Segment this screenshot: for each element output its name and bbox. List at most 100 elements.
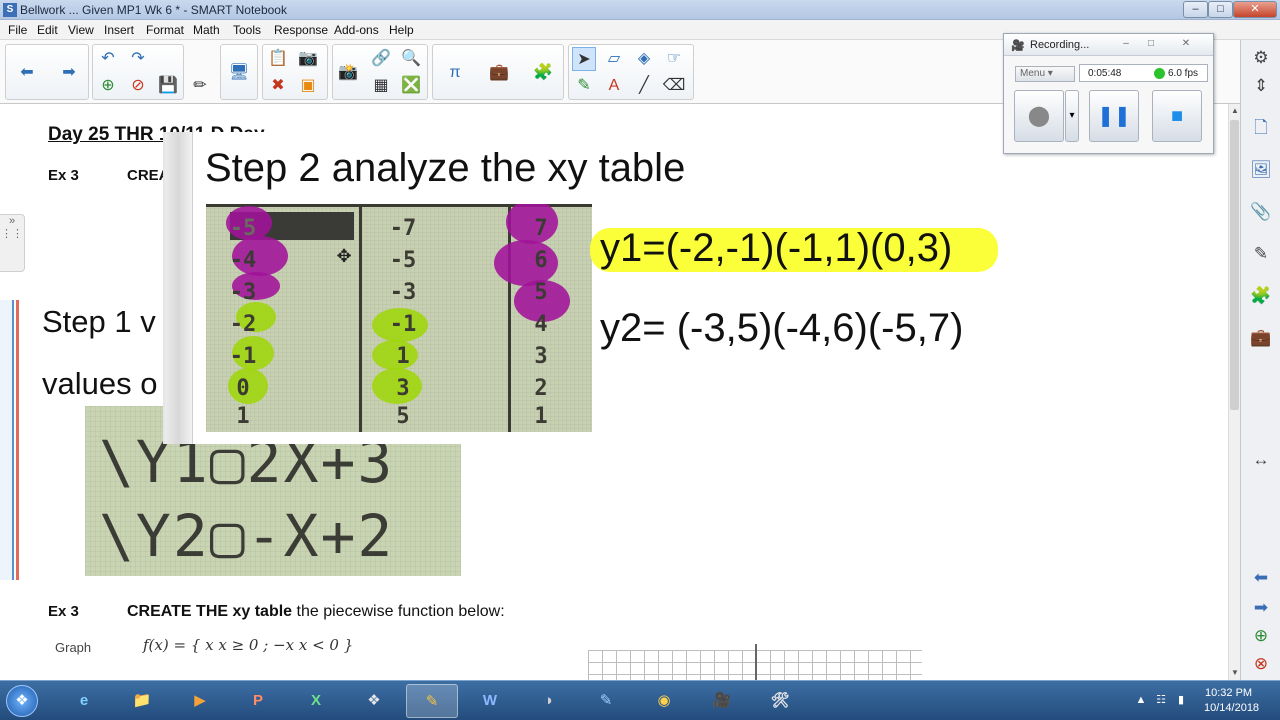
minimize-button[interactable]: – — [1183, 1, 1208, 18]
tools-icon[interactable]: 🛠 — [754, 684, 806, 718]
menu-tools[interactable]: Tools — [233, 23, 261, 37]
gallery-icon[interactable]: 💼 — [487, 61, 511, 85]
recorder-title-bar[interactable]: 🎥 Recording... – □ ✕ — [1004, 34, 1213, 56]
maximize-button[interactable]: □ — [1208, 1, 1233, 18]
delete-icon[interactable]: ✖ — [266, 74, 290, 98]
title-bar: S Bellwork ... Given MP1 Wk 6 * - SMART … — [0, 0, 1280, 20]
text-icon[interactable]: A — [602, 74, 626, 98]
menu-insert[interactable]: Insert — [104, 23, 134, 37]
undo-icon[interactable]: ↶ — [96, 47, 120, 71]
navigation-group: ⬅ ➡ — [5, 44, 89, 100]
powerpoint-icon[interactable]: P — [232, 684, 284, 718]
delete-page-icon[interactable]: ⊘ — [126, 74, 150, 98]
next-page-icon[interactable]: ➡ — [1247, 594, 1275, 622]
record-options-button[interactable]: ▾ — [1065, 90, 1079, 142]
doc-camera-icon[interactable]: 📸 — [336, 61, 360, 85]
magnifier-icon[interactable]: 🔍 — [399, 47, 423, 71]
notes-icon[interactable]: ✎ — [580, 684, 632, 718]
close-box-icon[interactable]: ❎ — [399, 74, 423, 98]
vertical-scrollbar[interactable]: ▲ ▼ — [1228, 104, 1240, 680]
line-icon[interactable]: ╱ — [632, 74, 656, 98]
ex3-bottom-instruction: CREATE THE xy table the piecewise functi… — [127, 603, 505, 621]
pointer-icon[interactable]: ☞ — [662, 47, 686, 71]
menu-edit[interactable]: Edit — [37, 23, 58, 37]
gear-icon[interactable]: ⚙ — [1247, 44, 1275, 72]
menu-format[interactable]: Format — [146, 23, 184, 37]
fill-icon[interactable]: ▱ — [602, 47, 626, 71]
eclipse-icon[interactable]: ◑ — [522, 684, 574, 718]
clock-date[interactable]: 10/14/2018 — [1204, 702, 1259, 714]
object-icon[interactable]: ▣ — [296, 74, 320, 98]
recorder-icon[interactable]: 🎥 — [696, 684, 748, 718]
recorder-maximize-button[interactable]: □ — [1141, 37, 1161, 51]
notebook-canvas[interactable]: Day 25 THR 10/11 D Day Ex 3 CREA » ⋮⋮ Ste… — [0, 104, 1228, 680]
recorder-close-button[interactable]: ✕ — [1176, 37, 1196, 51]
paste-icon[interactable]: 📋 — [266, 47, 290, 71]
move-toolbar-icon[interactable]: ⇕ — [1247, 72, 1275, 100]
explorer-icon[interactable]: 📁 — [116, 684, 168, 718]
page-sorter-tab[interactable]: » ⋮⋮ — [0, 214, 25, 272]
screen-shade-icon[interactable]: 🖥 — [227, 61, 251, 85]
page-sorter-icon[interactable]: 🗋 — [1247, 114, 1275, 142]
add-page-side-icon[interactable]: ⊕ — [1247, 622, 1275, 650]
menu-help[interactable]: Help — [389, 23, 414, 37]
back-arrow-icon[interactable]: ⬅ — [15, 61, 39, 85]
menu-addons[interactable]: Add-ons — [334, 23, 379, 37]
recorder-minimize-button[interactable]: – — [1116, 37, 1136, 51]
close-button[interactable]: ✕ — [1233, 1, 1277, 18]
menu-response[interactable]: Response — [274, 23, 328, 37]
screen-capture-icon[interactable]: 📷 — [296, 47, 320, 71]
puzzle-icon[interactable]: 🧩 — [531, 61, 555, 85]
recorder-menu-dropdown[interactable]: Menu ▾ — [1015, 66, 1075, 82]
pens-icon[interactable]: ✎ — [572, 74, 596, 98]
attachments-icon[interactable]: 📎 — [1247, 198, 1275, 226]
select-icon[interactable]: ➤ — [572, 47, 596, 71]
properties-icon[interactable]: ✎ — [1247, 240, 1275, 268]
lesson-activity-icon[interactable]: 💼 — [1247, 324, 1275, 352]
redo-icon[interactable]: ↷ — [126, 47, 150, 71]
clock-time[interactable]: 10:32 PM — [1205, 687, 1252, 699]
table-icon[interactable]: ▦ — [369, 74, 393, 98]
link-icon[interactable]: 🔗 — [369, 47, 393, 71]
eraser-icon[interactable]: ◈ — [632, 47, 656, 71]
menu-file[interactable]: File — [8, 23, 27, 37]
smart-notebook-icon[interactable]: ✎ — [406, 684, 458, 718]
window-title: Bellwork ... Given MP1 Wk 6 * - SMART No… — [20, 3, 287, 17]
stop-button[interactable]: ■ — [1152, 90, 1202, 142]
y1-points-text[interactable]: y1=(-2,-1)(-1,1)(0,3) — [600, 226, 952, 271]
chrome-icon[interactable]: ◉ — [638, 684, 690, 718]
lab-app-icon[interactable]: ❖ — [348, 684, 400, 718]
forward-arrow-icon[interactable]: ➡ — [57, 61, 81, 85]
addons-panel-icon[interactable]: 🧩 — [1247, 282, 1275, 310]
save-icon[interactable]: 💾 — [156, 74, 180, 98]
recorder-window[interactable]: 🎥 Recording... – □ ✕ Menu ▾ 0:05:48 6.0 … — [1003, 33, 1214, 154]
record-button[interactable]: ⬤ — [1014, 90, 1064, 142]
drag-handle[interactable] — [165, 132, 193, 444]
word-icon[interactable]: W — [464, 684, 516, 718]
tray-expand-icon[interactable]: ▲ — [1134, 693, 1148, 707]
media-player-icon[interactable]: ▶ — [174, 684, 226, 718]
signal-icon[interactable]: ▮ — [1174, 693, 1188, 707]
previous-page-icon[interactable]: ⬅ — [1247, 564, 1275, 592]
menu-math[interactable]: Math — [193, 23, 220, 37]
menu-view[interactable]: View — [68, 23, 94, 37]
ie-icon[interactable]: e — [58, 684, 110, 718]
pi-math-icon[interactable]: π — [443, 61, 467, 85]
ex3-bottom-bold: CREATE THE xy table — [127, 603, 293, 620]
scrollbar-thumb[interactable] — [1230, 120, 1239, 410]
start-button[interactable]: ❖ — [6, 685, 38, 717]
table-cell: 1 — [396, 344, 410, 369]
excel-icon[interactable]: X — [290, 684, 342, 718]
pen-icon[interactable]: ✏ — [188, 74, 212, 98]
table-cell: 0 — [236, 376, 250, 401]
delete-page-side-icon[interactable]: ⊗ — [1247, 650, 1275, 678]
calculator-xy-table[interactable]: -5 -4 -3 -2 -1 0 1 -7 -5 -3 -1 1 3 5 7 6… — [206, 204, 592, 432]
graph-label: Graph — [55, 640, 92, 655]
add-page-icon[interactable]: ⊕ — [96, 74, 120, 98]
network-icon[interactable]: ☷ — [1154, 693, 1168, 707]
magic-pen-icon[interactable]: ⌫ — [662, 74, 686, 98]
gallery-panel-icon[interactable]: 🖼 — [1247, 156, 1275, 184]
y2-points-text[interactable]: y2= (-3,5)(-4,6)(-5,7) — [600, 306, 963, 351]
pause-button[interactable]: ❚❚ — [1089, 90, 1139, 142]
resize-arrows-icon[interactable]: ↔ — [1247, 446, 1275, 474]
